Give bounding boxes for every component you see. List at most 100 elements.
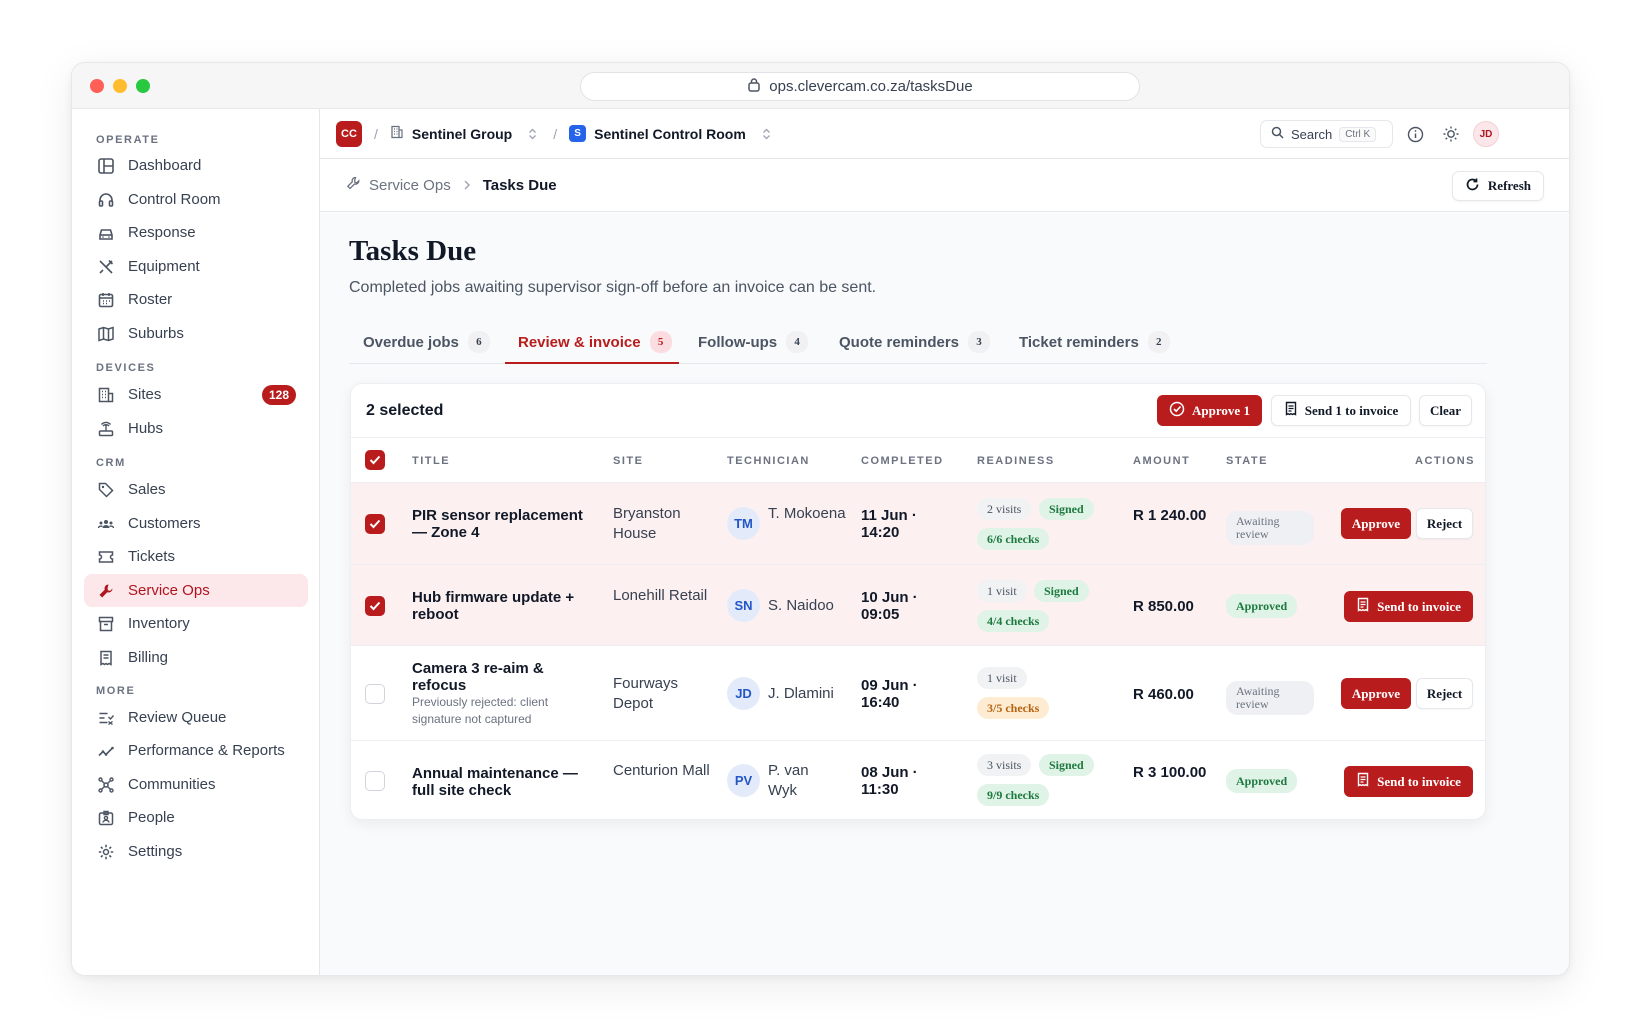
org-switcher[interactable]: Sentinel Group <box>390 125 537 142</box>
table-row[interactable]: Annual maintenance — full site check Cen… <box>351 741 1485 819</box>
sidebar-item-service-ops[interactable]: Service Ops <box>84 574 308 607</box>
column-header-technician[interactable]: TECHNICIAN <box>727 455 810 467</box>
sidebar-item-billing[interactable]: Billing <box>84 641 308 674</box>
close-window-button[interactable] <box>90 79 104 93</box>
row-checkbox[interactable] <box>365 514 385 534</box>
sidebar-item-communities[interactable]: Communities <box>84 768 308 801</box>
sidebar-item-people[interactable]: People <box>84 801 308 834</box>
building-icon <box>96 385 116 405</box>
column-header-completed[interactable]: COMPLETED <box>861 455 944 467</box>
send-selected-to-invoice-button[interactable]: Send 1 to invoice <box>1271 395 1411 426</box>
app-logo[interactable]: CC <box>336 120 362 147</box>
column-header-state[interactable]: STATE <box>1226 455 1268 467</box>
task-completed: 10 Jun · 09:05 <box>861 589 918 623</box>
sidebar-item-label: Tickets <box>128 548 175 565</box>
reject-button[interactable]: Reject <box>1416 508 1473 539</box>
tab-ticket-reminders[interactable]: Ticket reminders 2 <box>1019 320 1170 364</box>
send-to-invoice-button[interactable]: Send to invoice <box>1344 766 1473 797</box>
tab-overdue-jobs[interactable]: Overdue jobs 6 <box>363 320 490 364</box>
tab-quote-reminders[interactable]: Quote reminders 3 <box>839 320 991 364</box>
tab-count: 3 <box>968 331 991 353</box>
task-title[interactable]: Hub firmware update + reboot <box>412 589 592 623</box>
selection-bar: 2 selected Approve 1 Send 1 to invoice C… <box>351 384 1485 438</box>
search-button[interactable]: Search Ctrl K <box>1260 120 1393 148</box>
building-icon <box>390 125 404 142</box>
column-header-site[interactable]: SITE <box>613 455 643 467</box>
lock-icon <box>747 77 761 96</box>
chevron-right-icon <box>463 177 471 194</box>
sidebar-item-hubs[interactable]: Hubs <box>84 412 308 445</box>
sidebar-item-performance[interactable]: Performance & Reports <box>84 734 308 767</box>
visits-pill: 1 visit <box>977 667 1027 689</box>
sidebar-item-sales[interactable]: Sales <box>84 473 308 506</box>
sidebar-item-sites[interactable]: Sites 128 <box>84 378 308 411</box>
table-row[interactable]: Camera 3 re-aim & refocus Previously rej… <box>351 646 1485 741</box>
clear-selection-button[interactable]: Clear <box>1419 395 1472 426</box>
wrench-icon <box>346 176 361 195</box>
sidebar-item-tickets[interactable]: Tickets <box>84 540 308 573</box>
minimize-window-button[interactable] <box>113 79 127 93</box>
send-selected-label: Send 1 to invoice <box>1304 402 1399 418</box>
breadcrumb-parent[interactable]: Service Ops <box>369 177 451 194</box>
task-title[interactable]: Annual maintenance — full site check <box>412 765 582 799</box>
tab-review-invoice[interactable]: Review & invoice 5 <box>518 320 672 364</box>
checks-pill: 4/4 checks <box>977 610 1050 632</box>
send-to-invoice-button[interactable]: Send to invoice <box>1344 591 1473 622</box>
column-header-actions: ACTIONS <box>1415 455 1475 467</box>
sidebar-item-inventory[interactable]: Inventory <box>84 607 308 640</box>
user-avatar[interactable]: JD <box>1473 121 1499 147</box>
approve-button[interactable]: Approve <box>1341 678 1411 709</box>
column-header-readiness[interactable]: READINESS <box>977 455 1055 467</box>
info-icon[interactable] <box>1404 123 1426 145</box>
sidebar-item-roster[interactable]: Roster <box>84 283 308 316</box>
row-checkbox[interactable] <box>365 596 385 616</box>
section-label-more: MORE <box>96 685 136 697</box>
refresh-icon <box>1465 177 1480 196</box>
sidebar-item-control-room[interactable]: Control Room <box>84 183 308 216</box>
receipt-icon <box>96 648 116 668</box>
reject-button[interactable]: Reject <box>1416 678 1473 709</box>
wrench-icon <box>96 581 116 601</box>
sidebar-item-dashboard[interactable]: Dashboard <box>84 149 308 182</box>
column-header-title[interactable]: TITLE <box>412 455 450 467</box>
task-title[interactable]: PIR sensor replacement — Zone 4 <box>412 507 592 541</box>
chevron-updown-icon <box>762 128 771 140</box>
column-header-amount[interactable]: AMOUNT <box>1133 455 1190 467</box>
row-checkbox[interactable] <box>365 771 385 791</box>
select-all-checkbox[interactable] <box>365 450 385 470</box>
users-icon <box>96 514 116 534</box>
sidebar-item-label: Sales <box>128 481 166 498</box>
receipt-icon <box>1356 772 1370 791</box>
sidebar-item-settings[interactable]: Settings <box>84 835 308 868</box>
tab-count: 2 <box>1147 331 1170 353</box>
table-row[interactable]: Hub firmware update + reboot Lonehill Re… <box>351 565 1485 646</box>
task-completed: 11 Jun · 14:20 <box>861 507 917 541</box>
tab-follow-ups[interactable]: Follow-ups 4 <box>698 320 809 364</box>
tab-label: Follow-ups <box>698 333 778 351</box>
sidebar-item-suburbs[interactable]: Suburbs <box>84 317 308 350</box>
refresh-button[interactable]: Refresh <box>1451 171 1544 201</box>
network-icon <box>96 775 116 795</box>
sidebar-item-customers[interactable]: Customers <box>84 507 308 540</box>
sidebar-item-response[interactable]: Response <box>84 216 308 249</box>
workspace-name: Sentinel Control Room <box>594 125 746 142</box>
workspace-switcher[interactable]: S Sentinel Control Room <box>569 125 771 142</box>
address-bar[interactable]: ops.clevercam.co.za/tasksDue <box>580 72 1140 101</box>
car-icon <box>96 223 116 243</box>
approve-button[interactable]: Approve <box>1341 508 1411 539</box>
sidebar-item-label: Communities <box>128 776 216 793</box>
row-checkbox[interactable] <box>365 684 385 704</box>
sidebar-item-label: Sites <box>128 386 162 403</box>
search-shortcut: Ctrl K <box>1339 126 1377 142</box>
task-title[interactable]: Camera 3 re-aim & refocus <box>412 660 592 694</box>
approve-selected-button[interactable]: Approve 1 <box>1157 395 1262 426</box>
sidebar-item-review-queue[interactable]: Review Queue <box>84 701 308 734</box>
maximize-window-button[interactable] <box>136 79 150 93</box>
sidebar-item-equipment[interactable]: Equipment <box>84 250 308 283</box>
task-amount: R 3 100.00 <box>1133 764 1207 781</box>
signed-pill: Signed <box>1034 580 1089 602</box>
tab-bar: Overdue jobs 6 Review & invoice 5 Follow… <box>349 320 1487 364</box>
table-row[interactable]: PIR sensor replacement — Zone 4 Bryansto… <box>351 483 1485 565</box>
sun-icon[interactable] <box>1440 123 1462 145</box>
tab-label: Ticket reminders <box>1019 333 1139 351</box>
